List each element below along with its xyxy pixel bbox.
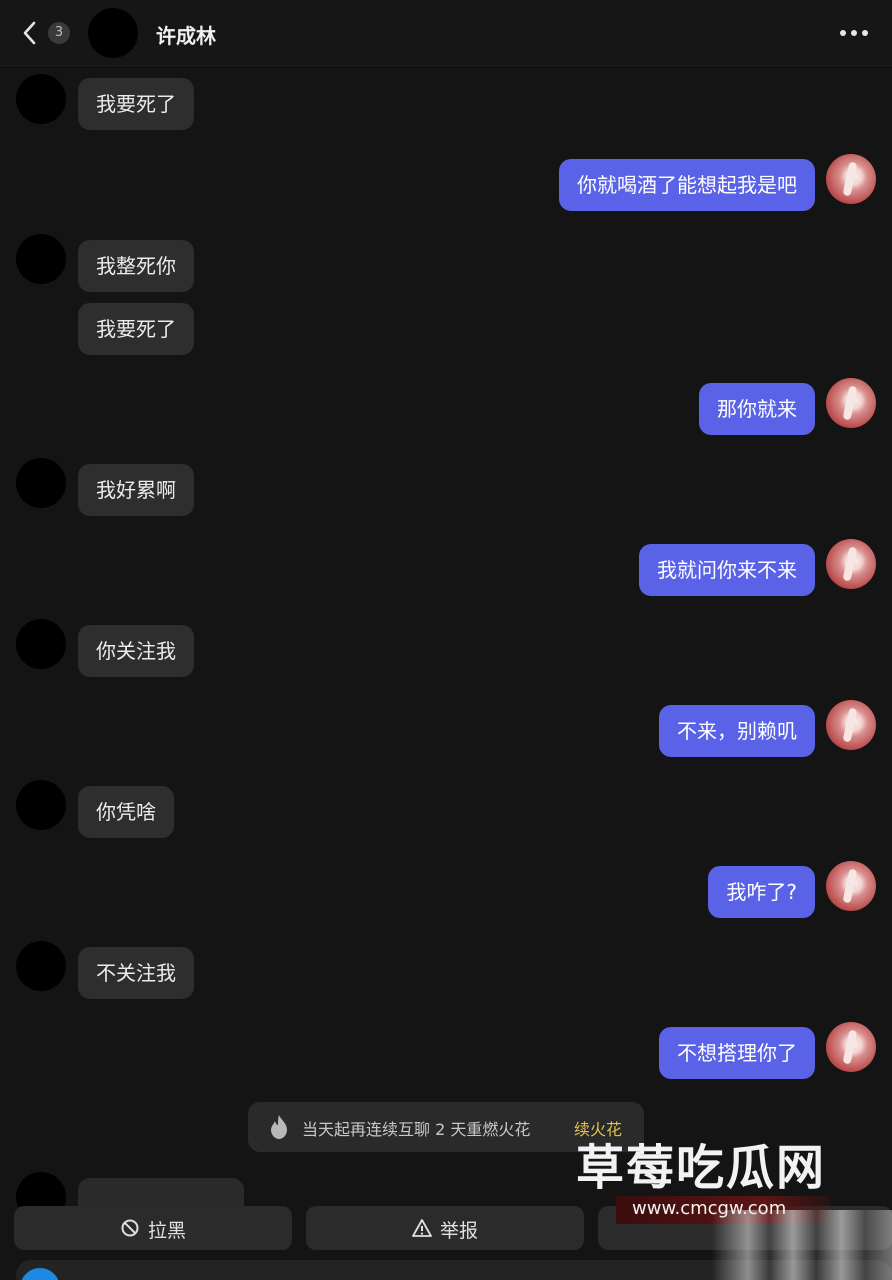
outgoing-message[interactable]: 不想搭理你了 — [659, 1027, 815, 1079]
block-icon — [121, 1219, 139, 1237]
my-avatar[interactable] — [826, 539, 876, 589]
contact-avatar[interactable] — [16, 458, 66, 508]
contact-avatar[interactable] — [16, 234, 66, 284]
chat-header: 3 许成林 — [0, 0, 892, 66]
incoming-message[interactable]: 不关注我 — [78, 947, 194, 999]
watermark-logo-text: 草莓吃瓜网 — [576, 1140, 827, 1196]
spark-notice-text: 当天起再连续互聊 2 天重燃火花 — [302, 1120, 531, 1139]
incoming-message[interactable]: 你关注我 — [78, 625, 194, 677]
my-avatar[interactable] — [826, 154, 876, 204]
contact-avatar[interactable] — [16, 74, 66, 124]
outgoing-message[interactable]: 我咋了? — [708, 866, 815, 918]
back-button[interactable]: 3 — [18, 16, 78, 50]
more-options-button[interactable] — [834, 18, 874, 48]
flame-icon — [271, 1115, 287, 1139]
outgoing-message[interactable]: 不来，别赖叽 — [659, 705, 815, 757]
contact-avatar[interactable] — [88, 8, 138, 58]
light-glare — [712, 1210, 892, 1280]
chevron-left-icon — [23, 21, 36, 45]
contact-avatar[interactable] — [16, 780, 66, 830]
block-label: 拉黑 — [148, 1220, 187, 1242]
contact-avatar[interactable] — [16, 941, 66, 991]
block-button[interactable]: 拉黑 — [14, 1206, 292, 1250]
unread-count-badge: 3 — [48, 22, 70, 44]
incoming-message[interactable]: 我好累啊 — [78, 464, 194, 516]
warning-icon — [412, 1219, 432, 1237]
my-avatar[interactable] — [826, 700, 876, 750]
report-label: 举报 — [440, 1220, 479, 1242]
outgoing-message[interactable]: 那你就来 — [699, 383, 815, 435]
incoming-message[interactable]: 我要死了 — [78, 78, 194, 130]
my-avatar[interactable] — [826, 861, 876, 911]
contact-name[interactable]: 许成林 — [156, 20, 216, 49]
outgoing-message[interactable]: 我就问你来不来 — [639, 544, 815, 596]
outgoing-message[interactable]: 你就喝酒了能想起我是吧 — [559, 159, 815, 211]
more-dot — [862, 30, 868, 36]
contact-avatar[interactable] — [16, 619, 66, 669]
report-button[interactable]: 举报 — [306, 1206, 584, 1250]
my-avatar[interactable] — [826, 378, 876, 428]
more-dots-icon — [840, 30, 846, 36]
incoming-message[interactable]: 我要死了 — [78, 303, 194, 355]
my-avatar[interactable] — [826, 1022, 876, 1072]
more-dot — [851, 30, 857, 36]
incoming-message[interactable]: 你凭啥 — [78, 786, 174, 838]
incoming-message[interactable]: 我整死你 — [78, 240, 194, 292]
